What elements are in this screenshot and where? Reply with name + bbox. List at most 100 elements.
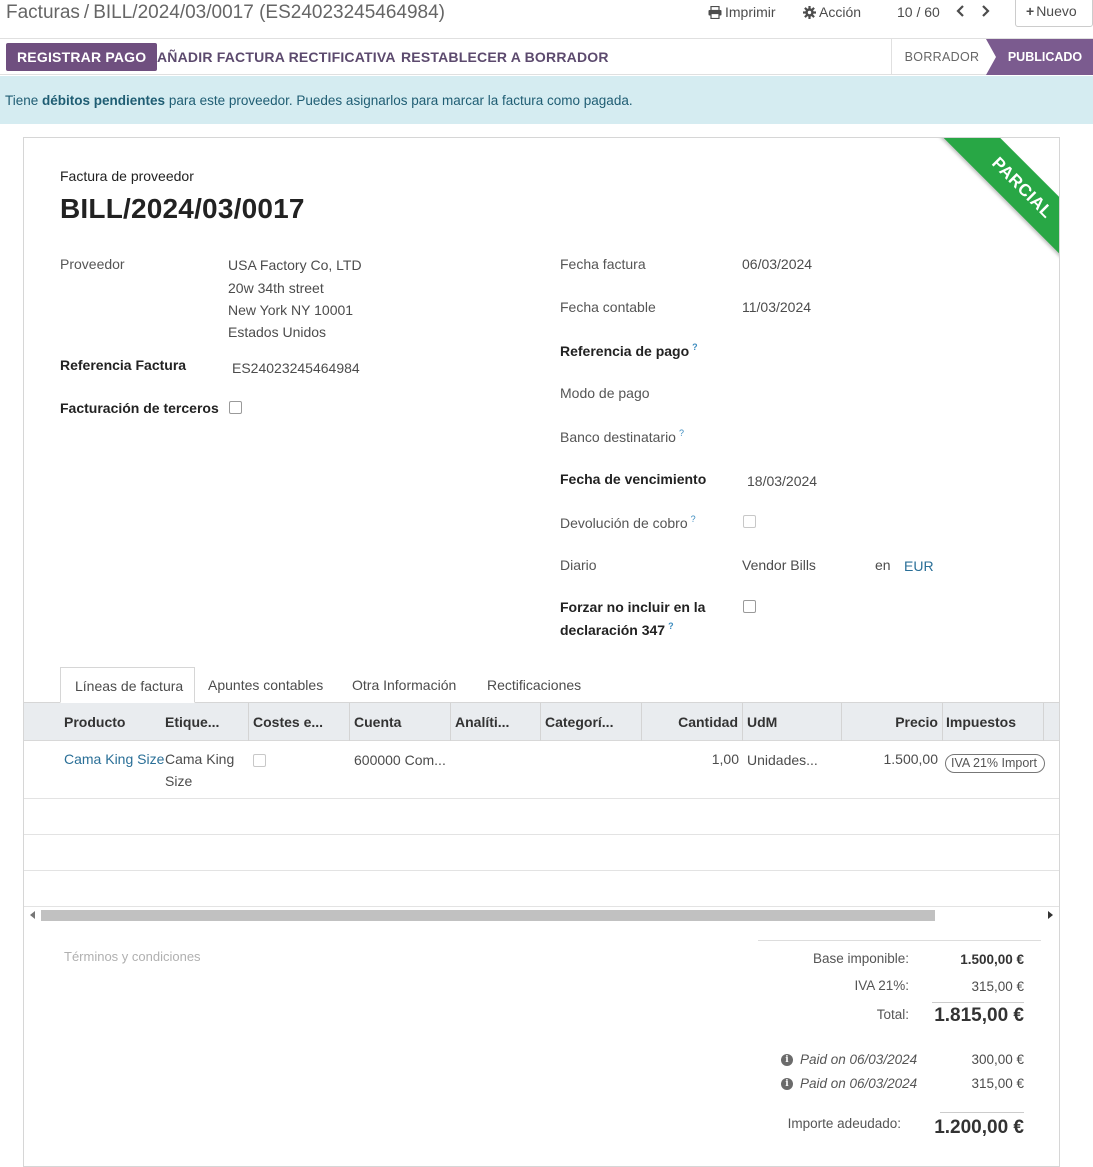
base-amount-value: 1.500,00 € [960, 952, 1024, 967]
form-sheet: PARCIAL Factura de proveedor BILL/2024/0… [23, 137, 1060, 1167]
pager-previous-icon[interactable] [955, 3, 967, 19]
new-label: Nuevo [1036, 3, 1077, 19]
uom-cell[interactable]: Unidades... [747, 752, 818, 768]
vendor-country: Estados Unidos [228, 324, 327, 340]
horizontal-scrollbar[interactable] [24, 906, 1059, 924]
total-value: 1.815,00 € [934, 1005, 1024, 1026]
plus-icon: + [1026, 3, 1035, 19]
info-icon[interactable]: i [781, 1054, 793, 1066]
column-label[interactable]: Etique... [161, 703, 249, 741]
tab-credit-notes[interactable]: Rectificaciones [473, 667, 595, 703]
stage-posted-label: PUBLICADO [1007, 50, 1083, 64]
third-party-billing-label: Facturación de terceros [60, 400, 219, 416]
help-icon[interactable]: ? [692, 342, 698, 352]
invoice-lines-header: Producto Etique... Costes e... Cuenta An… [24, 703, 1059, 741]
alert-suffix: para este proveedor. Puedes asignarlos p… [165, 93, 633, 108]
breadcrumb: Facturas / BILL/2024/03/0017 (ES2402324546… [6, 2, 445, 24]
tab-journal-items[interactable]: Apuntes contables [194, 667, 337, 703]
tax-amount-label: IVA 21%: [854, 978, 909, 993]
label-cell-line2: Size [165, 773, 193, 789]
amount-due-divider [940, 1112, 1024, 1113]
page-title: BILL/2024/03/0017 [60, 193, 305, 224]
info-icon[interactable]: i [781, 1078, 793, 1090]
breadcrumb-parent-link[interactable]: Facturas [6, 2, 80, 23]
column-expense-costs[interactable]: Costes e... [249, 703, 350, 741]
currency-in-label: en [875, 557, 891, 573]
force-347-label-text: declaración 347 [560, 622, 666, 638]
action-button[interactable]: Acción [803, 4, 861, 20]
column-account[interactable]: Cuenta [350, 703, 451, 741]
statusbar: REGISTRAR PAGO AÑADIR FACTURA RECTIFICAT… [0, 38, 1093, 75]
pager-next-icon[interactable] [979, 3, 991, 19]
help-icon[interactable]: ? [679, 428, 684, 438]
gear-icon [803, 6, 816, 19]
breadcrumb-separator: / [83, 2, 90, 23]
outstanding-debits-alert: Tiene débitos pendientes para este prove… [0, 76, 1093, 124]
scrollbar-thumb[interactable] [41, 910, 935, 921]
expense-costs-checkbox[interactable] [253, 754, 266, 767]
column-price[interactable]: Precio [842, 703, 943, 741]
column-quantity[interactable]: Cantidad [642, 703, 743, 741]
tax-tag[interactable]: IVA 21% Import [945, 754, 1045, 773]
action-label: Acción [819, 4, 862, 20]
collection-refund-label: Devolución de cobro? [560, 514, 696, 531]
register-payment-button[interactable]: REGISTRAR PAGO [6, 43, 158, 71]
print-label: Imprimir [725, 4, 776, 20]
payment-reference-label: Referencia de pago? [560, 342, 698, 359]
force-347-checkbox[interactable] [743, 600, 756, 613]
currency-field[interactable]: EUR [904, 558, 934, 574]
column-category[interactable]: Categorí... [541, 703, 642, 741]
amount-due-label: Importe adeudado: [787, 1116, 901, 1131]
product-cell[interactable]: Cama King Size [64, 751, 164, 767]
scroll-left-icon[interactable] [30, 911, 35, 919]
journal-label: Diario [560, 557, 597, 573]
force-347-label-line2: declaración 347? [560, 621, 674, 638]
stage-posted: PUBLICADO [986, 39, 1093, 75]
force-347-label-line1: Forzar no incluir en la [560, 599, 706, 615]
journal-field[interactable]: Vendor Bills [742, 557, 816, 573]
help-icon[interactable]: ? [668, 621, 674, 631]
invoice-reference-label: Referencia Factura [60, 357, 187, 373]
column-taxes[interactable]: Impuestos [942, 703, 1044, 741]
payment-mode-label: Modo de pago [560, 385, 650, 401]
total-divider [932, 1002, 1024, 1003]
total-label: Total: [876, 1007, 909, 1022]
help-icon[interactable]: ? [691, 514, 696, 524]
due-date-field[interactable]: 18/03/2024 [747, 473, 817, 489]
terms-conditions-field[interactable]: Términos y condiciones [64, 949, 201, 964]
table-row[interactable]: Cama King Size Cama King Size 600000 Com… [24, 742, 1059, 799]
print-button[interactable]: Imprimir [708, 4, 776, 20]
base-amount-label: Base imponible: [812, 951, 909, 966]
tab-invoice-lines[interactable]: Líneas de factura [60, 667, 195, 703]
column-analytic[interactable]: Analíti... [451, 703, 541, 741]
column-product[interactable]: Producto [60, 703, 162, 741]
new-button[interactable]: + Nuevo [1015, 0, 1093, 27]
pager-value[interactable]: 10 / 60 [897, 4, 940, 20]
vendor-street: 20w 34th street [228, 280, 324, 296]
account-cell[interactable]: 600000 Com... [354, 752, 446, 768]
accounting-date-label: Fecha contable [560, 299, 656, 315]
payment-line-amount: 300,00 € [971, 1052, 1024, 1067]
column-uom[interactable]: UdM [743, 703, 842, 741]
empty-row [24, 799, 1059, 835]
quantity-cell[interactable]: 1,00 [646, 751, 739, 767]
reset-to-draft-button[interactable]: RESTABLECER A BORRADOR [401, 43, 609, 71]
control-panel: Facturas / BILL/2024/03/0017 (ES2402324546… [0, 0, 1093, 38]
alert-bold-text[interactable]: débitos pendientes [42, 93, 165, 108]
accounting-date-field[interactable]: 11/03/2024 [742, 299, 811, 315]
collection-refund-checkbox[interactable] [743, 515, 756, 528]
due-date-label: Fecha de vencimiento [560, 471, 707, 487]
stage-indicator: BORRADOR PUBLICADO [891, 39, 1093, 75]
payment-line-label: Paid on 06/03/2024 [800, 1076, 918, 1091]
invoice-reference-field[interactable]: ES24023245464984 [232, 360, 360, 376]
scroll-right-icon[interactable] [1048, 911, 1053, 919]
ribbon-label: PARCIAL [923, 138, 1059, 287]
add-credit-note-button[interactable]: AÑADIR FACTURA RECTIFICATIVA [157, 43, 396, 71]
price-cell[interactable]: 1.500,00 [844, 751, 939, 767]
vendor-name-field[interactable]: USA Factory Co, LTD [228, 257, 362, 273]
recipient-bank-label: Banco destinatario? [560, 428, 684, 445]
invoice-date-field[interactable]: 06/03/2024 [742, 256, 812, 272]
tab-other-info[interactable]: Otra Información [338, 667, 470, 703]
third-party-billing-checkbox[interactable] [229, 401, 242, 414]
vendor-label: Proveedor [60, 256, 125, 272]
